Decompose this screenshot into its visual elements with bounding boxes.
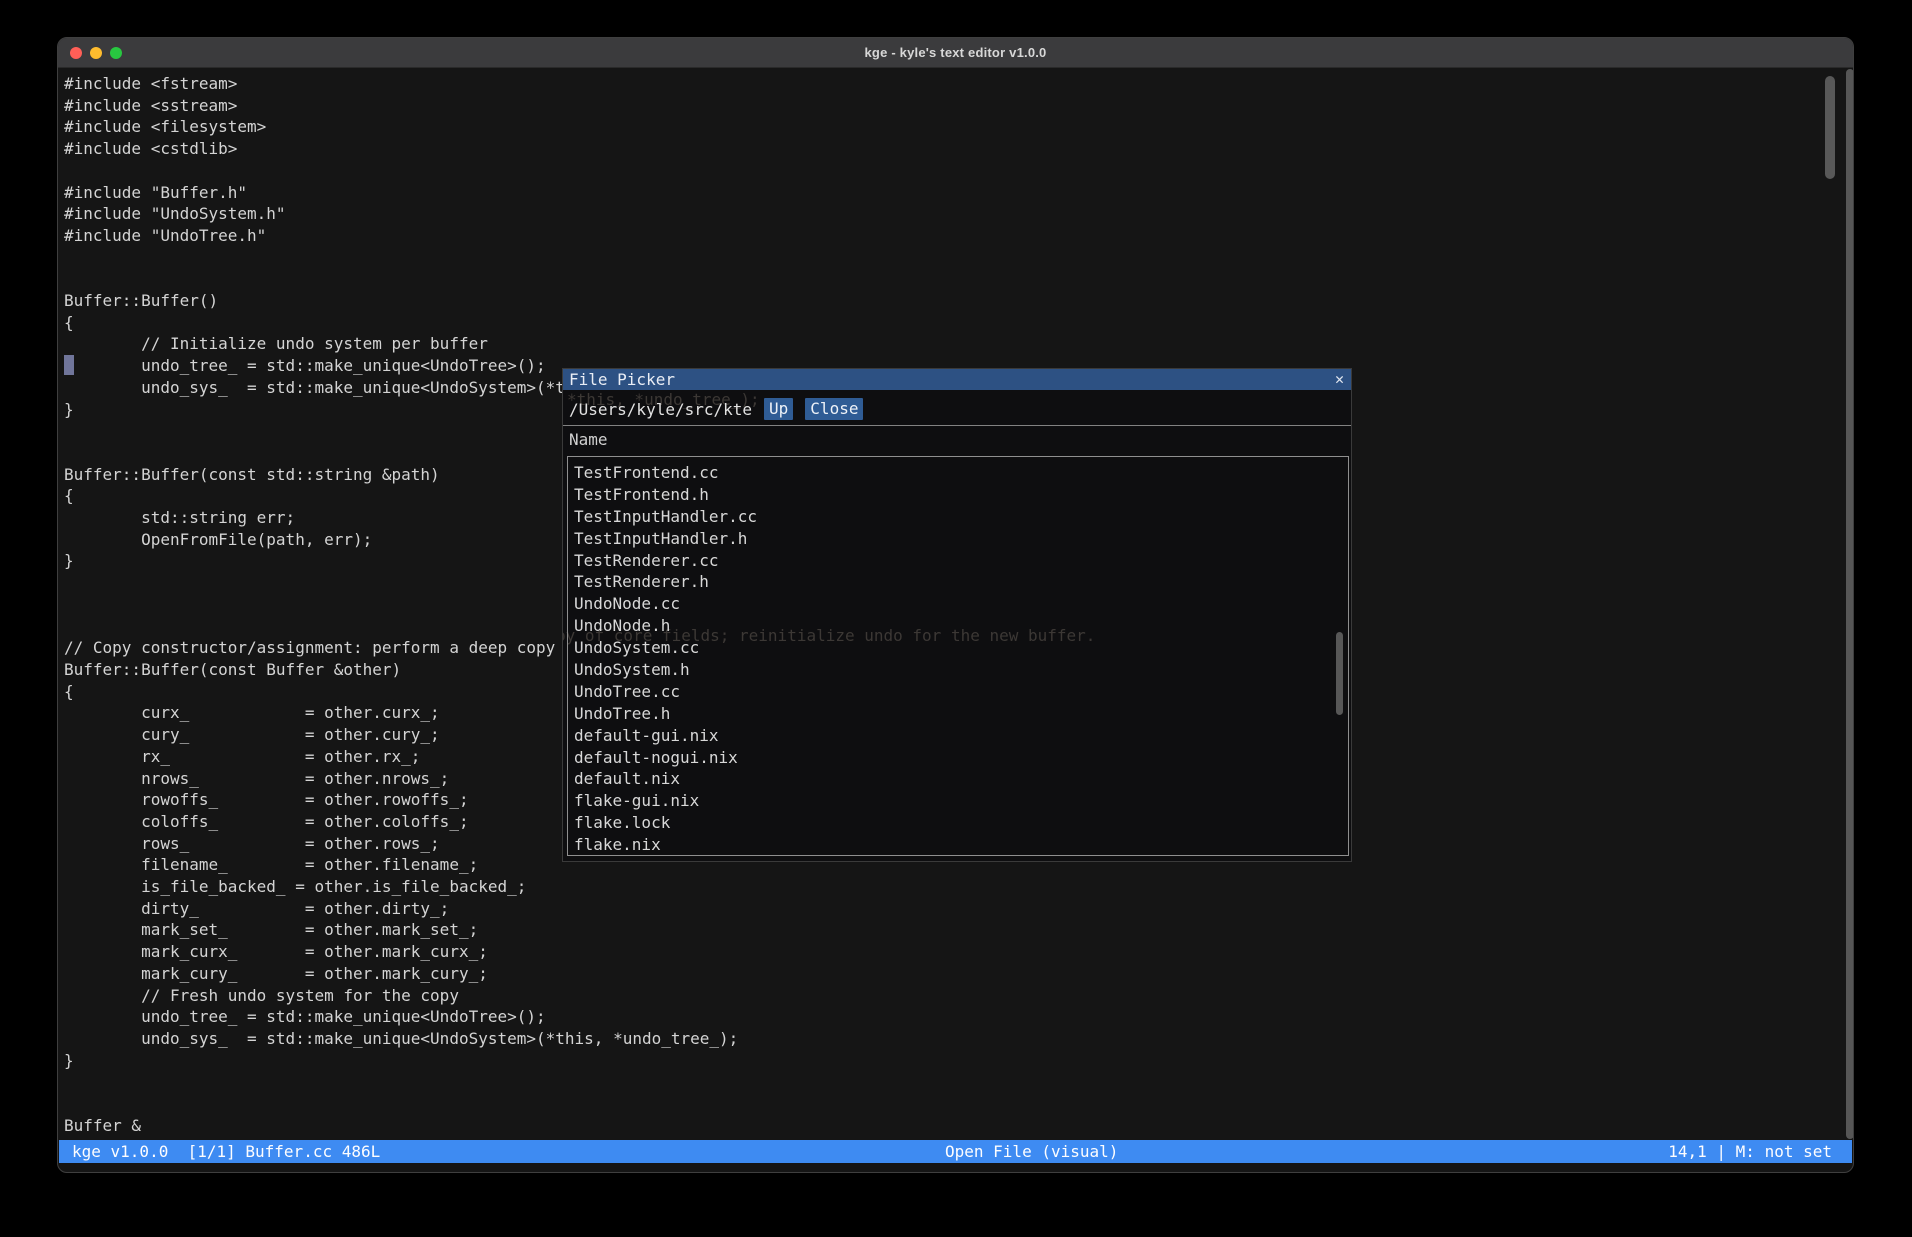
up-button[interactable]: Up bbox=[764, 398, 793, 420]
file-row[interactable]: TestInputHandler.cc bbox=[568, 506, 1348, 528]
close-button[interactable]: Close bbox=[805, 398, 863, 420]
file-row[interactable]: TestFrontend.cc bbox=[568, 462, 1348, 484]
window-titlebar[interactable]: kge - kyle's text editor v1.0.0 bbox=[58, 38, 1853, 68]
file-row[interactable]: TestFrontend.h bbox=[568, 484, 1348, 506]
traffic-light-minimize-icon[interactable] bbox=[90, 47, 102, 59]
file-row[interactable]: TestRenderer.cc bbox=[568, 550, 1348, 572]
path-row: /Users/kyle/src/kte Up Close bbox=[569, 398, 863, 420]
traffic-light-close-icon[interactable] bbox=[70, 47, 82, 59]
dialog-close-icon[interactable]: ✕ bbox=[1335, 369, 1344, 390]
divider bbox=[563, 425, 1351, 426]
file-list-scrollbar-thumb[interactable] bbox=[1336, 632, 1343, 715]
file-row[interactable]: flake.lock bbox=[568, 812, 1348, 834]
editor-window: kge - kyle's text editor v1.0.0 #include… bbox=[57, 37, 1854, 1173]
file-picker-dialog: *this, *undo_tree_); py of core fields; … bbox=[562, 368, 1352, 862]
file-row[interactable]: default-nogui.nix bbox=[568, 747, 1348, 769]
current-path: /Users/kyle/src/kte bbox=[569, 400, 752, 419]
file-row[interactable]: UndoNode.h bbox=[568, 615, 1348, 637]
editor-scrollbar-thumb[interactable] bbox=[1825, 76, 1835, 179]
file-row[interactable]: flake.nix bbox=[568, 834, 1348, 856]
traffic-light-zoom-icon[interactable] bbox=[110, 47, 122, 59]
file-row[interactable]: UndoSystem.cc bbox=[568, 637, 1348, 659]
file-row[interactable]: UndoSystem.h bbox=[568, 659, 1348, 681]
file-list[interactable]: TestFrontend.ccTestFrontend.hTestInputHa… bbox=[567, 456, 1349, 856]
status-mode: Open File (visual) bbox=[945, 1140, 1118, 1163]
dialog-title: File Picker bbox=[563, 370, 675, 389]
file-row[interactable]: TestInputHandler.h bbox=[568, 528, 1348, 550]
status-version-file: kge v1.0.0 [1/1] Buffer.cc 486L bbox=[72, 1140, 380, 1163]
file-row[interactable]: flake-gui.nix bbox=[568, 790, 1348, 812]
name-column-header: Name bbox=[569, 430, 608, 449]
file-row[interactable]: default-gui.nix bbox=[568, 725, 1348, 747]
file-row[interactable]: UndoTree.h bbox=[568, 703, 1348, 725]
file-row[interactable]: TestRenderer.h bbox=[568, 571, 1348, 593]
window-edge-scrollbar[interactable] bbox=[1846, 69, 1854, 1139]
status-bar: kge v1.0.0 [1/1] Buffer.cc 486L Open Fil… bbox=[59, 1140, 1852, 1163]
text-cursor bbox=[64, 355, 74, 375]
file-row[interactable]: UndoTree.cc bbox=[568, 681, 1348, 703]
status-cursor-mark: 14,1 | M: not set bbox=[1668, 1140, 1832, 1163]
file-row[interactable]: default.nix bbox=[568, 768, 1348, 790]
window-title: kge - kyle's text editor v1.0.0 bbox=[865, 45, 1047, 60]
dialog-titlebar[interactable]: File Picker ✕ bbox=[563, 369, 1351, 390]
file-row[interactable]: UndoNode.cc bbox=[568, 593, 1348, 615]
